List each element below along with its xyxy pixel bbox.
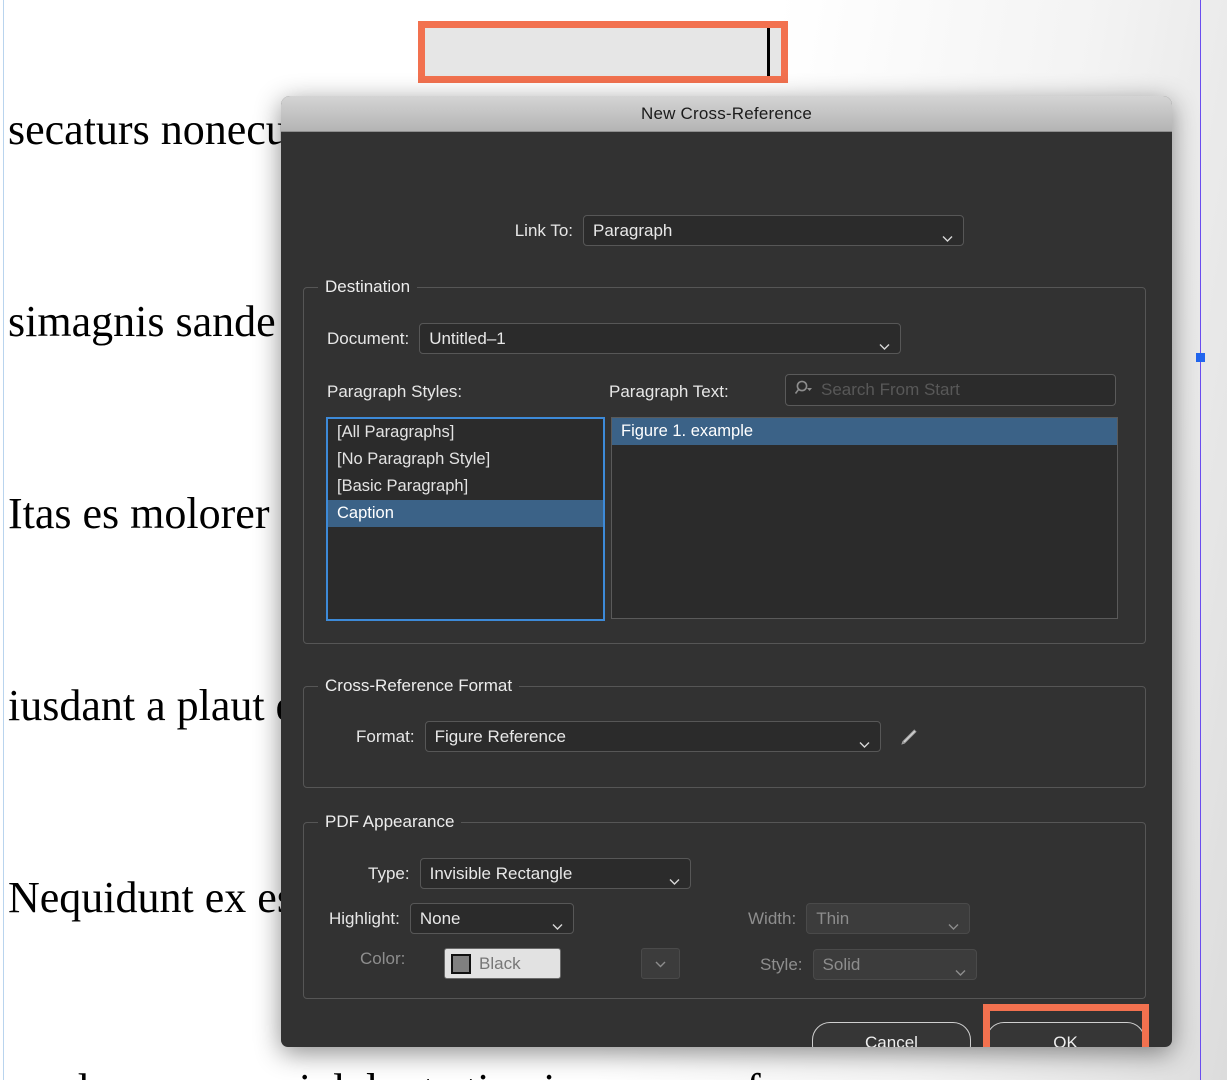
paragraph-styles-label: Paragraph Styles: <box>327 382 462 402</box>
color-dropdown-button[interactable] <box>641 948 680 979</box>
style-label: Style: <box>760 955 803 975</box>
list-item[interactable]: [No Paragraph Style] <box>328 446 603 473</box>
highlight-value: None <box>411 909 461 929</box>
width-select[interactable]: Thin <box>806 903 970 934</box>
color-label: Color: <box>360 949 405 969</box>
search-icon <box>794 379 814 402</box>
chevron-down-icon <box>942 227 953 234</box>
dialog-body: Link To: Paragraph Destination Document:… <box>281 132 1172 1047</box>
chevron-down-icon <box>552 915 563 922</box>
list-item-selected[interactable]: Figure 1. example <box>612 418 1117 445</box>
text-frame-right-guide <box>1200 0 1201 1080</box>
chevron-down-icon <box>859 733 870 740</box>
cross-reference-format-legend: Cross-Reference Format <box>318 676 519 696</box>
highlight-select[interactable]: None <box>410 903 574 934</box>
chevron-down-icon <box>879 335 890 342</box>
format-value: Figure Reference <box>426 727 566 747</box>
cancel-button-label: Cancel <box>865 1033 918 1048</box>
destination-legend: Destination <box>318 277 417 297</box>
new-cross-reference-dialog[interactable]: New Cross-Reference Link To: Paragraph D… <box>281 96 1172 1047</box>
annotation-box-cross-reference-text <box>418 21 788 83</box>
link-to-label: Link To: <box>477 221 573 241</box>
chevron-down-icon <box>955 961 966 968</box>
cancel-button[interactable]: Cancel <box>812 1022 971 1047</box>
document-label: Document: <box>327 329 409 349</box>
document-value: Untitled–1 <box>420 329 506 349</box>
color-select[interactable]: Black <box>444 948 561 979</box>
chevron-down-icon <box>655 955 666 973</box>
chevron-down-icon <box>948 915 959 922</box>
highlight-row: Highlight: None <box>329 903 574 934</box>
list-item[interactable]: [All Paragraphs] <box>328 419 603 446</box>
type-label: Type: <box>368 864 410 884</box>
type-value: Invisible Rectangle <box>421 864 573 884</box>
width-label: Width: <box>748 909 796 929</box>
paragraph-text-label: Paragraph Text: <box>609 382 729 402</box>
style-select[interactable]: Solid <box>813 949 977 980</box>
doc-line: cusdam arum qui dolupta tiassim poreper … <box>8 1058 1198 1080</box>
style-value: Solid <box>814 955 861 975</box>
dialog-title: New Cross-Reference <box>641 104 812 124</box>
style-row: Style: Solid <box>760 949 977 980</box>
link-to-select[interactable]: Paragraph <box>583 215 964 246</box>
annotation-box-ok-button <box>983 1004 1149 1047</box>
format-select[interactable]: Figure Reference <box>425 721 881 752</box>
chevron-down-icon <box>669 870 680 877</box>
text-frame-left-guide <box>3 0 4 1080</box>
link-to-value: Paragraph <box>584 221 672 241</box>
type-row: Type: Invisible Rectangle <box>368 858 691 889</box>
list-item[interactable]: [Basic Paragraph] <box>328 473 603 500</box>
color-value: Black <box>471 954 560 974</box>
document-row: Document: Untitled–1 <box>327 323 901 354</box>
document-select[interactable]: Untitled–1 <box>419 323 901 354</box>
paragraph-text-search-field[interactable]: Search From Start <box>785 374 1116 406</box>
format-label: Format: <box>356 727 415 747</box>
pencil-icon[interactable] <box>898 726 920 748</box>
highlight-label: Highlight: <box>329 909 400 929</box>
link-to-row: Link To: Paragraph <box>477 215 964 246</box>
type-select[interactable]: Invisible Rectangle <box>420 858 691 889</box>
list-item-selected[interactable]: Caption <box>328 500 603 527</box>
width-value: Thin <box>807 909 849 929</box>
paragraph-text-listbox[interactable]: Figure 1. example <box>611 417 1118 619</box>
format-row: Format: Figure Reference <box>356 721 920 752</box>
pdf-appearance-legend: PDF Appearance <box>318 812 461 832</box>
color-swatch-icon <box>451 954 471 974</box>
paragraph-text-search-placeholder: Search From Start <box>814 380 960 400</box>
dialog-titlebar[interactable]: New Cross-Reference <box>281 96 1172 132</box>
paragraph-styles-listbox[interactable]: [All Paragraphs] [No Paragraph Style] [B… <box>326 417 605 621</box>
color-row: Color: <box>360 949 405 969</box>
width-row: Width: Thin <box>748 903 970 934</box>
